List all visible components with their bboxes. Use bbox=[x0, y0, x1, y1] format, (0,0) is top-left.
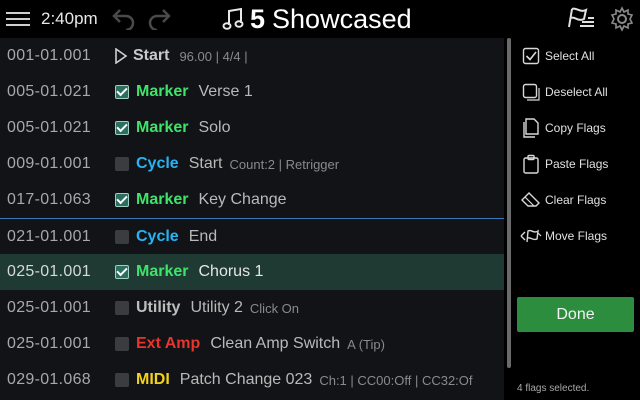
copy-flags-button[interactable]: Copy Flags bbox=[512, 111, 640, 145]
move-flags-button[interactable]: Move Flags bbox=[512, 219, 640, 253]
list-item[interactable]: 017-01.063 Marker Key Change bbox=[0, 182, 504, 218]
row-time: 025-01.001 bbox=[7, 299, 91, 316]
music-note-icon bbox=[222, 7, 244, 30]
row-type: Marker bbox=[136, 191, 189, 208]
row-checkbox[interactable] bbox=[115, 337, 129, 351]
row-checkbox[interactable] bbox=[115, 301, 129, 315]
row-detail: Count:2 | Retrigger bbox=[229, 156, 340, 172]
row-name: Clean Amp Switch bbox=[210, 335, 341, 352]
done-button[interactable]: Done bbox=[517, 297, 634, 332]
flag-actions-panel: Select All Deselect All Copy Flags Paste… bbox=[512, 38, 640, 400]
row-name: Patch Change 023 bbox=[179, 371, 313, 388]
list-item[interactable]: 005-01.021 Marker Solo bbox=[0, 110, 504, 146]
deselect-all-button[interactable]: Deselect All bbox=[512, 75, 640, 109]
flag-list[interactable]: 001-01.001 Start 96.00 | 4/4 | 005-01.02… bbox=[0, 38, 504, 400]
clear-flags-button[interactable]: Clear Flags bbox=[512, 183, 640, 217]
row-time: 029-01.068 bbox=[7, 371, 91, 388]
row-time: 025-01.001 bbox=[7, 263, 91, 280]
row-checkbox[interactable] bbox=[115, 85, 129, 99]
row-name: Chorus 1 bbox=[198, 263, 264, 280]
list-scrollbar[interactable] bbox=[507, 38, 511, 368]
list-item[interactable]: 029-01.068 MIDI Patch Change 023 Ch:1 | … bbox=[0, 362, 504, 398]
setlist-title[interactable]: 5 Showcased bbox=[222, 3, 412, 35]
row-name: Verse 1 bbox=[198, 83, 253, 100]
row-checkbox[interactable] bbox=[115, 157, 129, 171]
row-time: 009-01.001 bbox=[7, 155, 91, 172]
redo-icon[interactable] bbox=[146, 6, 172, 30]
top-bar: 2:40pm 5 Showcased bbox=[0, 0, 640, 38]
row-checkbox[interactable] bbox=[115, 373, 129, 387]
row-time: 005-01.021 bbox=[7, 119, 91, 136]
select-all-label: Select All bbox=[545, 49, 595, 63]
row-time: 021-01.001 bbox=[7, 227, 91, 245]
setlist-name: Showcased bbox=[272, 3, 412, 34]
row-checkbox[interactable] bbox=[115, 193, 129, 207]
row-type: Ext Amp bbox=[136, 335, 201, 352]
list-item[interactable]: 025-01.001 Ext Amp Clean Amp Switch A (T… bbox=[0, 326, 504, 362]
flags-list-icon[interactable] bbox=[566, 5, 596, 31]
selection-status: 4 flags selected. bbox=[517, 383, 590, 394]
row-name: Solo bbox=[198, 119, 231, 136]
row-type: Start bbox=[133, 47, 170, 64]
paste-icon bbox=[520, 154, 542, 174]
row-name: Utility 2 bbox=[190, 299, 243, 316]
row-type: Marker bbox=[136, 119, 189, 136]
setlist-number: 5 bbox=[250, 3, 266, 34]
row-type: Marker bbox=[136, 263, 189, 280]
row-time: 001-01.001 bbox=[7, 47, 91, 64]
list-item[interactable]: 001-01.001 Start 96.00 | 4/4 | bbox=[0, 38, 504, 74]
row-type: Cycle bbox=[136, 155, 179, 172]
row-name: Start bbox=[188, 155, 223, 172]
move-flags-label: Move Flags bbox=[545, 229, 608, 243]
menu-icon[interactable] bbox=[6, 8, 30, 28]
deselect-all-icon bbox=[520, 82, 542, 102]
row-checkbox[interactable] bbox=[115, 121, 129, 135]
row-detail: A (Tip) bbox=[347, 336, 385, 352]
row-type: Marker bbox=[136, 83, 189, 100]
row-name: Key Change bbox=[198, 191, 287, 208]
row-type: Cycle bbox=[136, 227, 179, 245]
copy-icon bbox=[520, 118, 542, 138]
deselect-all-label: Deselect All bbox=[545, 85, 608, 99]
row-time: 005-01.021 bbox=[7, 83, 91, 100]
row-type: Utility bbox=[136, 299, 181, 316]
paste-flags-button[interactable]: Paste Flags bbox=[512, 147, 640, 181]
move-flags-icon bbox=[520, 226, 542, 246]
row-checkbox[interactable] bbox=[115, 229, 129, 244]
clock: 2:40pm bbox=[41, 9, 98, 28]
row-detail: Ch:1 | CC00:Off | CC32:Of bbox=[319, 372, 473, 388]
row-time: 017-01.063 bbox=[7, 191, 91, 208]
clear-flags-label: Clear Flags bbox=[545, 193, 607, 207]
row-time: 025-01.001 bbox=[7, 335, 91, 352]
undo-icon[interactable] bbox=[111, 6, 137, 30]
copy-flags-label: Copy Flags bbox=[545, 121, 606, 135]
list-item[interactable]: 005-01.021 Marker Verse 1 bbox=[0, 74, 504, 110]
start-play-icon bbox=[115, 48, 128, 64]
list-item[interactable]: 009-01.001 Cycle Start Count:2 | Retrigg… bbox=[0, 146, 504, 182]
row-checkbox[interactable] bbox=[115, 265, 129, 279]
eraser-icon bbox=[520, 190, 542, 210]
row-name: End bbox=[188, 227, 218, 245]
list-item[interactable]: 021-01.001 Cycle End bbox=[0, 218, 504, 254]
row-type: MIDI bbox=[136, 371, 170, 388]
paste-flags-label: Paste Flags bbox=[545, 157, 609, 171]
select-all-icon bbox=[520, 46, 542, 66]
list-item-selected[interactable]: 025-01.001 Marker Chorus 1 bbox=[0, 254, 504, 290]
row-detail: Click On bbox=[249, 300, 300, 316]
row-detail: 96.00 | 4/4 | bbox=[179, 48, 248, 64]
select-all-button[interactable]: Select All bbox=[512, 39, 640, 73]
list-item[interactable]: 025-01.001 Utility Utility 2 Click On bbox=[0, 290, 504, 326]
gear-icon[interactable] bbox=[609, 6, 635, 32]
